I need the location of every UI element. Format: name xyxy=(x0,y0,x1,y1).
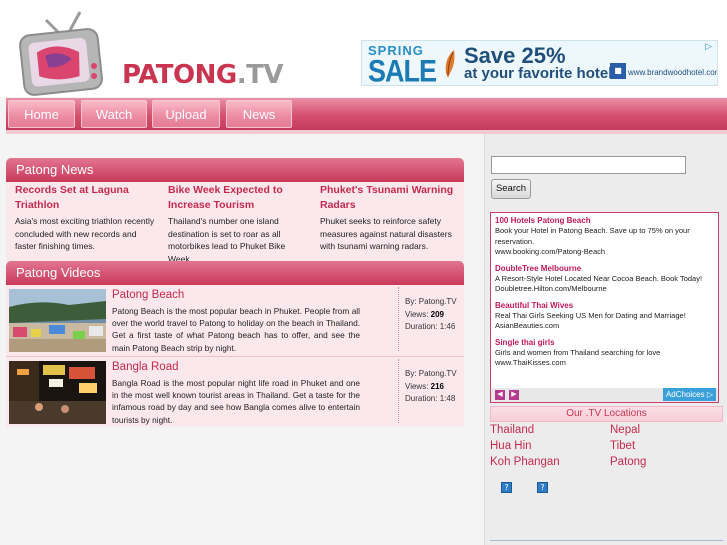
ads-box: 100 Hotels Patong Beach Book your Hotel … xyxy=(490,212,719,403)
feather-icon xyxy=(445,50,455,78)
ad-title[interactable]: Single thai girls xyxy=(495,337,714,348)
help-icon[interactable]: ? xyxy=(537,482,548,493)
news-text: Phuket seeks to reinforce safety measure… xyxy=(320,216,452,251)
news-title[interactable]: Bike Week Expected to Increase Tourism xyxy=(168,183,308,213)
ad-item[interactable]: Single thai girls Girls and women from T… xyxy=(495,337,714,369)
video-duration: Duration: 1:48 xyxy=(405,394,456,403)
news-item[interactable]: Records Set at Laguna Triathlon Asia's m… xyxy=(15,183,155,253)
video-meta: By: Patong.TV Views: 209 Duration: 1:46 xyxy=(398,287,462,351)
banner-url: www.brandwoodhotel.com xyxy=(628,68,718,77)
ad-item[interactable]: DoubleTree Melbourne A Resort-Style Hote… xyxy=(495,263,714,295)
video-row: Patong Beach Patong Beach is the most po… xyxy=(6,287,464,357)
ad-text: Real Thai Girls Seeking US Men for Datin… xyxy=(495,310,686,320)
chevron-right-icon[interactable]: ▶ xyxy=(509,390,519,400)
ad-item[interactable]: 100 Hotels Patong Beach Book your Hotel … xyxy=(495,215,714,258)
news-heading: Patong News xyxy=(6,158,464,182)
video-meta: By: Patong.TV Views: 216 Duration: 1:48 xyxy=(398,359,462,423)
location-link[interactable]: Nepal xyxy=(610,424,640,436)
news-item[interactable]: Phuket's Tsunami Warning Radars Phuket s… xyxy=(320,183,460,253)
video-duration: Duration: 1:46 xyxy=(405,322,456,331)
main-nav: Home Watch Upload News xyxy=(6,98,727,130)
site-logo[interactable]: PATONG.TV xyxy=(18,10,283,98)
logo-text-main: PATONG xyxy=(122,60,237,90)
ad-title[interactable]: Beautiful Thai Wives xyxy=(495,300,714,311)
help-icon[interactable]: ? xyxy=(501,482,512,493)
sidebar: Search 100 Hotels Patong Beach Book your… xyxy=(484,134,727,545)
video-row: Bangla Road Bangla Road is the most popu… xyxy=(6,359,464,427)
ad-url[interactable]: AsianBeauties.com xyxy=(495,321,714,332)
adchoices-link[interactable]: AdChoices ▷ xyxy=(662,388,716,401)
search-input[interactable] xyxy=(491,156,686,174)
page: PATONG.TV SPRING SALE Save 25% at your f… xyxy=(0,0,727,545)
location-link[interactable]: Koh Phangan xyxy=(490,456,560,468)
video-thumbnail[interactable] xyxy=(9,289,106,352)
logo-text: PATONG.TV xyxy=(122,60,283,90)
ad-footer: ◀ ▶ AdChoices ▷ xyxy=(491,388,718,402)
chevron-left-icon[interactable]: ◀ xyxy=(495,390,505,400)
header: PATONG.TV SPRING SALE Save 25% at your f… xyxy=(0,0,727,97)
search-button[interactable]: Search xyxy=(491,179,531,199)
divider xyxy=(6,356,464,357)
ad-title[interactable]: DoubleTree Melbourne xyxy=(495,263,714,274)
video-description: Patong Beach is the most popular beach i… xyxy=(112,306,360,353)
video-views: Views: 216 xyxy=(405,381,445,391)
video-title[interactable]: Bangla Road xyxy=(112,361,179,373)
banner-ad[interactable]: SPRING SALE Save 25% at your favorite ho… xyxy=(361,40,718,86)
videos-heading: Patong Videos xyxy=(6,261,464,285)
news-text: Thailand's number one island destination… xyxy=(168,216,286,264)
video-views: Views: 209 xyxy=(405,309,445,319)
nav-home[interactable]: Home xyxy=(8,100,75,128)
location-link[interactable]: Tibet xyxy=(610,440,635,452)
locations-heading: Our .TV Locations xyxy=(490,406,723,422)
ad-text: Book your Hotel in Patong Beach. Save up… xyxy=(495,226,690,246)
close-icon[interactable]: ▷ xyxy=(703,42,714,53)
ad-text: A Resort-Style Hotel Located Near Cocoa … xyxy=(495,273,703,283)
ad-text: Girls and women from Thailand searching … xyxy=(495,347,661,357)
logo-text-suffix: .TV xyxy=(236,60,284,90)
adchoices-label: AdChoices xyxy=(665,390,705,399)
ad-url[interactable]: www.booking.com/Patong-Beach xyxy=(495,247,714,258)
ad-url[interactable]: www.ThaiKisses.com xyxy=(495,358,714,369)
news-title[interactable]: Records Set at Laguna Triathlon xyxy=(15,183,155,213)
hotel-badge-icon: ■ xyxy=(610,63,626,79)
nav-watch[interactable]: Watch xyxy=(81,100,147,128)
banner-subline: at your favorite hotel. xyxy=(464,65,617,82)
videos-panel: Patong Beach Patong Beach is the most po… xyxy=(6,285,464,427)
ad-item[interactable]: Beautiful Thai Wives Real Thai Girls See… xyxy=(495,300,714,332)
video-thumbnail[interactable] xyxy=(9,361,106,424)
location-link[interactable]: Thailand xyxy=(490,424,534,436)
video-description: Bangla Road is the most popular night li… xyxy=(112,378,360,425)
video-title[interactable]: Patong Beach xyxy=(112,289,184,301)
ad-title[interactable]: 100 Hotels Patong Beach xyxy=(495,215,714,226)
banner-sale: SALE xyxy=(368,54,437,86)
video-by: By: Patong.TV xyxy=(405,369,457,378)
location-link[interactable]: Patong xyxy=(610,456,646,468)
news-title[interactable]: Phuket's Tsunami Warning Radars xyxy=(320,183,460,213)
location-link[interactable]: Hua Hin xyxy=(490,440,532,452)
news-panel: Records Set at Laguna Triathlon Asia's m… xyxy=(6,182,464,265)
video-by: By: Patong.TV xyxy=(405,297,457,306)
tv-logo-icon xyxy=(19,11,103,96)
news-item[interactable]: Bike Week Expected to Increase Tourism T… xyxy=(168,183,308,265)
sidebar-bottom-box xyxy=(490,540,723,545)
ad-url[interactable]: Doubletree.Hilton.com/Melbourne xyxy=(495,284,714,295)
nav-news[interactable]: News xyxy=(226,100,292,128)
news-text: Asia's most exciting triathlon recently … xyxy=(15,216,155,251)
nav-upload[interactable]: Upload xyxy=(152,100,220,128)
